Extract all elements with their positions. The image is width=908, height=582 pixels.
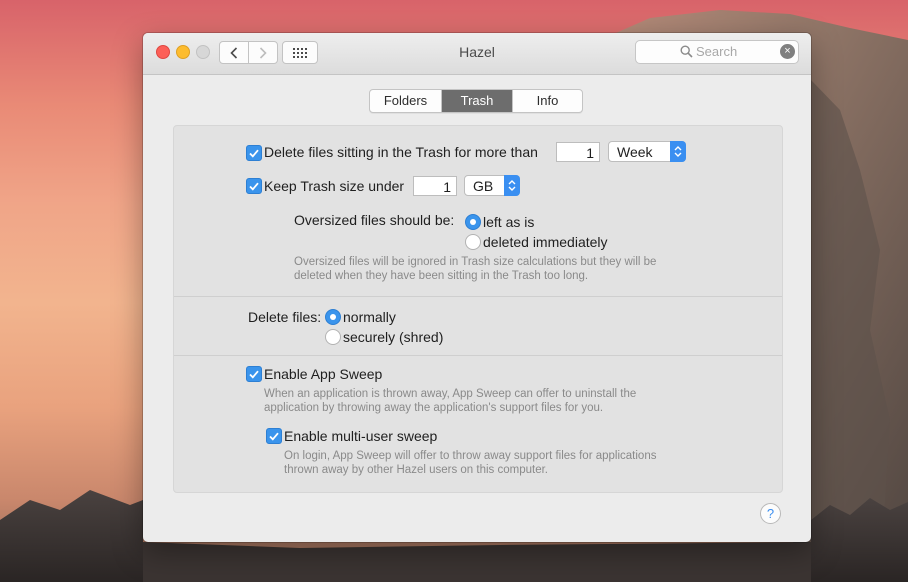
popup-arrows-icon: [670, 141, 686, 162]
delete-normally-radio[interactable]: [325, 309, 341, 325]
delete-normally-label: normally: [343, 309, 396, 325]
keep-size-checkbox[interactable]: [246, 178, 262, 194]
trash-settings-panel: Delete files sitting in the Trash for mo…: [173, 125, 783, 493]
oversized-delete-radio[interactable]: [465, 234, 481, 250]
oversized-note-line2: deleted when they have been sitting in t…: [294, 270, 589, 282]
search-field[interactable]: Search ×: [635, 40, 799, 64]
checkmark-icon: [249, 370, 259, 379]
search-placeholder: Search: [696, 44, 738, 59]
search-icon: [680, 45, 693, 58]
oversized-delete-label: deleted immediately: [483, 234, 608, 250]
section-divider: [174, 296, 782, 297]
tab-info[interactable]: Info: [512, 90, 582, 112]
oversized-note-line1: Oversized files will be ignored in Trash…: [294, 256, 657, 268]
app-sweep-label: Enable App Sweep: [264, 366, 383, 382]
oversized-label: Oversized files should be:: [294, 212, 455, 228]
popup-arrows-icon: [504, 175, 520, 196]
preferences-window: Hazel Search × Folders Trash Info Delete…: [143, 33, 811, 542]
app-sweep-checkbox[interactable]: [246, 366, 262, 382]
checkmark-icon: [269, 432, 279, 441]
section-divider: [174, 355, 782, 356]
multi-user-note-line2: thrown away by other Hazel users on this…: [284, 464, 548, 476]
tab-folders[interactable]: Folders: [370, 90, 441, 112]
app-sweep-note-line2: application by throwing away the applica…: [264, 402, 604, 414]
delete-securely-radio[interactable]: [325, 329, 341, 345]
multi-user-sweep-label: Enable multi-user sweep: [284, 428, 438, 444]
keep-size-label: Keep Trash size under: [264, 178, 405, 194]
keep-size-unit-value: GB: [473, 178, 494, 194]
help-button[interactable]: ?: [760, 503, 781, 524]
tab-trash[interactable]: Trash: [441, 90, 512, 112]
delete-securely-label: securely (shred): [343, 329, 444, 345]
delete-older-amount-field[interactable]: 1: [556, 142, 600, 162]
app-sweep-note-line1: When an application is thrown away, App …: [264, 388, 637, 400]
title-bar: Hazel Search ×: [143, 33, 811, 75]
delete-older-checkbox[interactable]: [246, 145, 262, 161]
tab-bar: Folders Trash Info: [369, 89, 583, 113]
checkmark-icon: [249, 182, 259, 191]
oversized-left-radio[interactable]: [465, 214, 481, 230]
delete-older-unit-popup[interactable]: Week: [608, 141, 686, 162]
delete-older-label: Delete files sitting in the Trash for mo…: [264, 144, 538, 160]
delete-files-label: Delete files:: [248, 309, 322, 325]
delete-older-unit-value: Week: [617, 144, 653, 160]
multi-user-sweep-checkbox[interactable]: [266, 428, 282, 444]
multi-user-note-line1: On login, App Sweep will offer to throw …: [284, 450, 657, 462]
checkmark-icon: [249, 149, 259, 158]
keep-size-unit-popup[interactable]: GB: [464, 175, 520, 196]
oversized-left-label: left as is: [483, 214, 535, 230]
keep-size-amount-field[interactable]: 1: [413, 176, 457, 196]
clear-search-icon[interactable]: ×: [780, 44, 795, 59]
